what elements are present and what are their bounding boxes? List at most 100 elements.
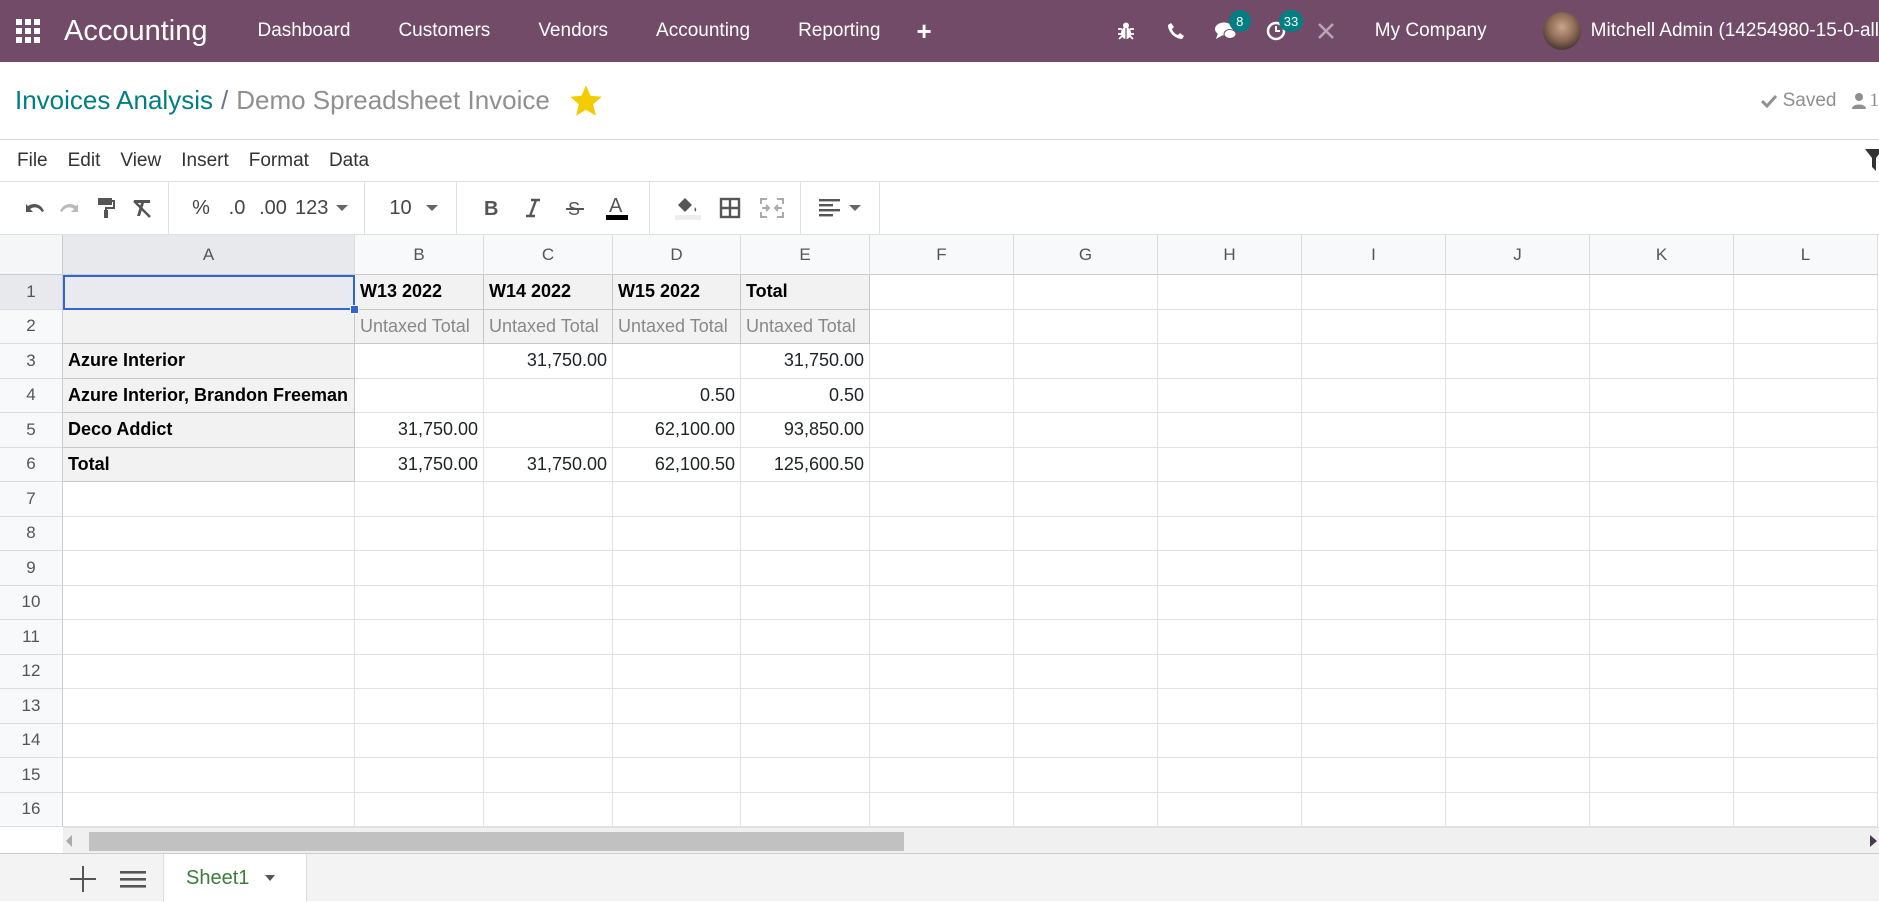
company-switcher[interactable]: My Company [1375, 20, 1487, 42]
cell-h10[interactable] [1158, 586, 1302, 621]
cell-g4[interactable] [1014, 379, 1158, 414]
scroll-right-arrow-icon[interactable] [1870, 835, 1877, 847]
menu-edit[interactable]: Edit [58, 150, 111, 172]
cell-k3[interactable] [1590, 344, 1734, 379]
cell-j10[interactable] [1446, 586, 1590, 621]
cell-c6[interactable]: 31,750.00 [484, 448, 613, 483]
cell-h13[interactable] [1158, 689, 1302, 724]
cell-l15[interactable] [1734, 758, 1878, 793]
sheet-tab-active[interactable]: Sheet1 [163, 854, 307, 902]
cell-l3[interactable] [1734, 344, 1878, 379]
cell-l1[interactable] [1734, 275, 1878, 310]
cell-j1[interactable] [1446, 275, 1590, 310]
cell-k11[interactable] [1590, 620, 1734, 655]
cell-g12[interactable] [1014, 655, 1158, 690]
cell-k4[interactable] [1590, 379, 1734, 414]
cell-a5[interactable]: Deco Addict [63, 413, 355, 448]
cell-k7[interactable] [1590, 482, 1734, 517]
cell-c13[interactable] [484, 689, 613, 724]
row-header-5[interactable]: 5 [0, 413, 63, 448]
cell-d2[interactable]: Untaxed Total [613, 310, 741, 345]
cell-g10[interactable] [1014, 586, 1158, 621]
cell-f15[interactable] [870, 758, 1014, 793]
cell-e13[interactable] [741, 689, 870, 724]
cell-i7[interactable] [1302, 482, 1446, 517]
row-header-14[interactable]: 14 [0, 724, 63, 759]
cell-g15[interactable] [1014, 758, 1158, 793]
cell-g9[interactable] [1014, 551, 1158, 586]
cell-b15[interactable] [355, 758, 484, 793]
cell-h5[interactable] [1158, 413, 1302, 448]
user-menu[interactable]: Mitchell Admin (14254980-15-0-all [1591, 20, 1879, 42]
cell-l9[interactable] [1734, 551, 1878, 586]
cell-h8[interactable] [1158, 517, 1302, 552]
cell-k16[interactable] [1590, 793, 1734, 828]
cell-d16[interactable] [613, 793, 741, 828]
cell-c2[interactable]: Untaxed Total [484, 310, 613, 345]
row-header-15[interactable]: 15 [0, 758, 63, 793]
cell-f3[interactable] [870, 344, 1014, 379]
cell-a14[interactable] [63, 724, 355, 759]
cell-e5[interactable]: 93,850.00 [741, 413, 870, 448]
cell-f4[interactable] [870, 379, 1014, 414]
cell-a8[interactable] [63, 517, 355, 552]
cell-b13[interactable] [355, 689, 484, 724]
cell-f5[interactable] [870, 413, 1014, 448]
cell-k1[interactable] [1590, 275, 1734, 310]
cell-e7[interactable] [741, 482, 870, 517]
cell-a6[interactable]: Total [63, 448, 355, 483]
cell-g13[interactable] [1014, 689, 1158, 724]
cell-j13[interactable] [1446, 689, 1590, 724]
chat-icon[interactable]: 8 [1201, 0, 1251, 62]
cell-l14[interactable] [1734, 724, 1878, 759]
cell-i8[interactable] [1302, 517, 1446, 552]
clear-format-button[interactable] [124, 190, 160, 226]
cell-b4[interactable] [355, 379, 484, 414]
favorite-star-icon[interactable] [568, 83, 604, 119]
cell-j16[interactable] [1446, 793, 1590, 828]
cell-d14[interactable] [613, 724, 741, 759]
cell-d1[interactable]: W15 2022 [613, 275, 741, 310]
cell-c4[interactable] [484, 379, 613, 414]
cell-b3[interactable] [355, 344, 484, 379]
cell-k10[interactable] [1590, 586, 1734, 621]
nav-customers[interactable]: Customers [374, 20, 514, 42]
cell-h7[interactable] [1158, 482, 1302, 517]
cell-f16[interactable] [870, 793, 1014, 828]
cell-e10[interactable] [741, 586, 870, 621]
cell-l4[interactable] [1734, 379, 1878, 414]
cell-h11[interactable] [1158, 620, 1302, 655]
cell-c12[interactable] [484, 655, 613, 690]
cell-e14[interactable] [741, 724, 870, 759]
nav-vendors[interactable]: Vendors [514, 20, 632, 42]
column-header-g[interactable]: G [1014, 235, 1158, 275]
user-avatar[interactable] [1543, 12, 1581, 50]
cell-c1[interactable]: W14 2022 [484, 275, 613, 310]
cell-c3[interactable]: 31,750.00 [484, 344, 613, 379]
cell-d15[interactable] [613, 758, 741, 793]
cell-j14[interactable] [1446, 724, 1590, 759]
scroll-left-arrow-icon[interactable] [66, 835, 72, 847]
merge-cells-button[interactable] [754, 190, 790, 226]
cell-d7[interactable] [613, 482, 741, 517]
cell-j15[interactable] [1446, 758, 1590, 793]
cell-l10[interactable] [1734, 586, 1878, 621]
menu-view[interactable]: View [110, 150, 171, 172]
cell-i12[interactable] [1302, 655, 1446, 690]
cell-e9[interactable] [741, 551, 870, 586]
cell-i6[interactable] [1302, 448, 1446, 483]
cell-i4[interactable] [1302, 379, 1446, 414]
cell-b14[interactable] [355, 724, 484, 759]
cell-l12[interactable] [1734, 655, 1878, 690]
cell-i3[interactable] [1302, 344, 1446, 379]
font-size-dropdown[interactable]: 10 [385, 190, 441, 226]
align-dropdown[interactable] [815, 190, 865, 226]
cell-c14[interactable] [484, 724, 613, 759]
row-header-7[interactable]: 7 [0, 482, 63, 517]
cell-b7[interactable] [355, 482, 484, 517]
column-header-d[interactable]: D [613, 235, 741, 275]
text-color-button[interactable]: A [599, 190, 635, 226]
cell-g7[interactable] [1014, 482, 1158, 517]
cell-k14[interactable] [1590, 724, 1734, 759]
cell-j2[interactable] [1446, 310, 1590, 345]
